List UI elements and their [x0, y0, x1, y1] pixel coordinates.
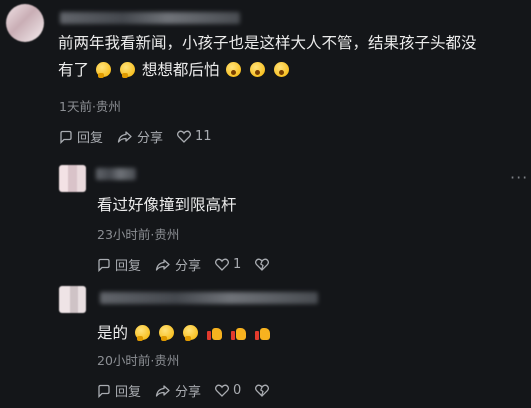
dislike-broken-heart-icon — [255, 258, 270, 271]
share-icon — [117, 130, 132, 143]
comment-actions: 回复 分享 0 — [97, 381, 287, 400]
dislike-button[interactable] — [255, 258, 273, 271]
thinking-emoji-icon — [182, 325, 198, 341]
share-icon — [155, 384, 170, 397]
username-blurred[interactable] — [100, 292, 318, 304]
thinking-emoji-icon — [95, 62, 111, 78]
share-label: 分享 — [137, 131, 164, 146]
thumbs-up-emoji-icon — [230, 325, 246, 340]
dislike-broken-heart-icon — [255, 384, 270, 397]
reply-icon — [98, 384, 110, 398]
thinking-emoji-icon — [158, 325, 174, 341]
username-blurred[interactable] — [96, 168, 136, 180]
more-icon[interactable]: ··· — [510, 168, 528, 187]
share-label: 分享 — [175, 259, 202, 274]
share-label: 分享 — [175, 385, 202, 400]
avatar[interactable] — [59, 165, 86, 192]
like-count: 0 — [233, 383, 242, 398]
like-count: 1 — [233, 257, 242, 272]
avatar[interactable] — [6, 4, 44, 42]
username-blurred[interactable] — [60, 12, 240, 24]
dislike-button[interactable] — [255, 384, 273, 397]
reply-label: 回复 — [77, 131, 104, 146]
thinking-emoji-icon — [119, 62, 135, 78]
like-button[interactable]: 1 — [215, 257, 241, 272]
share-icon — [155, 258, 170, 271]
comment-actions: 回复 分享 11 — [59, 127, 226, 146]
comment-meta: 23小时前·贵州 — [97, 227, 180, 242]
comment-meta: 20小时前·贵州 — [97, 353, 180, 368]
shocked-emoji-icon — [274, 62, 290, 77]
comment-actions: 回复 分享 1 — [97, 255, 287, 274]
thinking-emoji-icon — [134, 325, 150, 341]
comment-text-line2-tail: 想想都后怕 — [141, 61, 220, 79]
share-button[interactable]: 分享 — [155, 381, 201, 400]
like-count: 11 — [195, 129, 212, 144]
reply-icon — [98, 258, 110, 272]
share-button[interactable]: 分享 — [155, 255, 201, 274]
thumbs-up-emoji-icon — [206, 325, 222, 340]
share-button[interactable]: 分享 — [117, 127, 163, 146]
comment-text-line2: 有了 — [58, 61, 90, 79]
shocked-emoji-icon — [250, 62, 266, 77]
like-heart-icon — [215, 258, 230, 271]
comment-text: 是的 — [97, 320, 272, 347]
comment-text: 看过好像撞到限高杆 — [97, 196, 237, 214]
comment-text: 前两年我看新闻，小孩子也是这样大人不管，结果孩子头都没 有了 想想都后怕 — [58, 30, 477, 84]
reply-button[interactable]: 回复 — [97, 255, 141, 274]
reply-icon — [60, 130, 72, 144]
like-heart-icon — [215, 384, 230, 397]
reply-button[interactable]: 回复 — [97, 381, 141, 400]
avatar[interactable] — [59, 286, 86, 313]
comment-meta: 1天前·贵州 — [59, 99, 121, 114]
comment-text-line1: 前两年我看新闻，小孩子也是这样大人不管，结果孩子头都没 — [58, 34, 477, 52]
shocked-emoji-icon — [226, 62, 242, 77]
reply-label: 回复 — [115, 259, 142, 274]
like-button[interactable]: 0 — [215, 383, 241, 398]
thumbs-up-emoji-icon — [254, 325, 270, 340]
reply-label: 回复 — [115, 385, 142, 400]
comment-text-body: 是的 — [97, 324, 129, 342]
reply-button[interactable]: 回复 — [59, 127, 103, 146]
like-button[interactable]: 11 — [177, 129, 212, 144]
like-heart-icon — [177, 130, 192, 143]
